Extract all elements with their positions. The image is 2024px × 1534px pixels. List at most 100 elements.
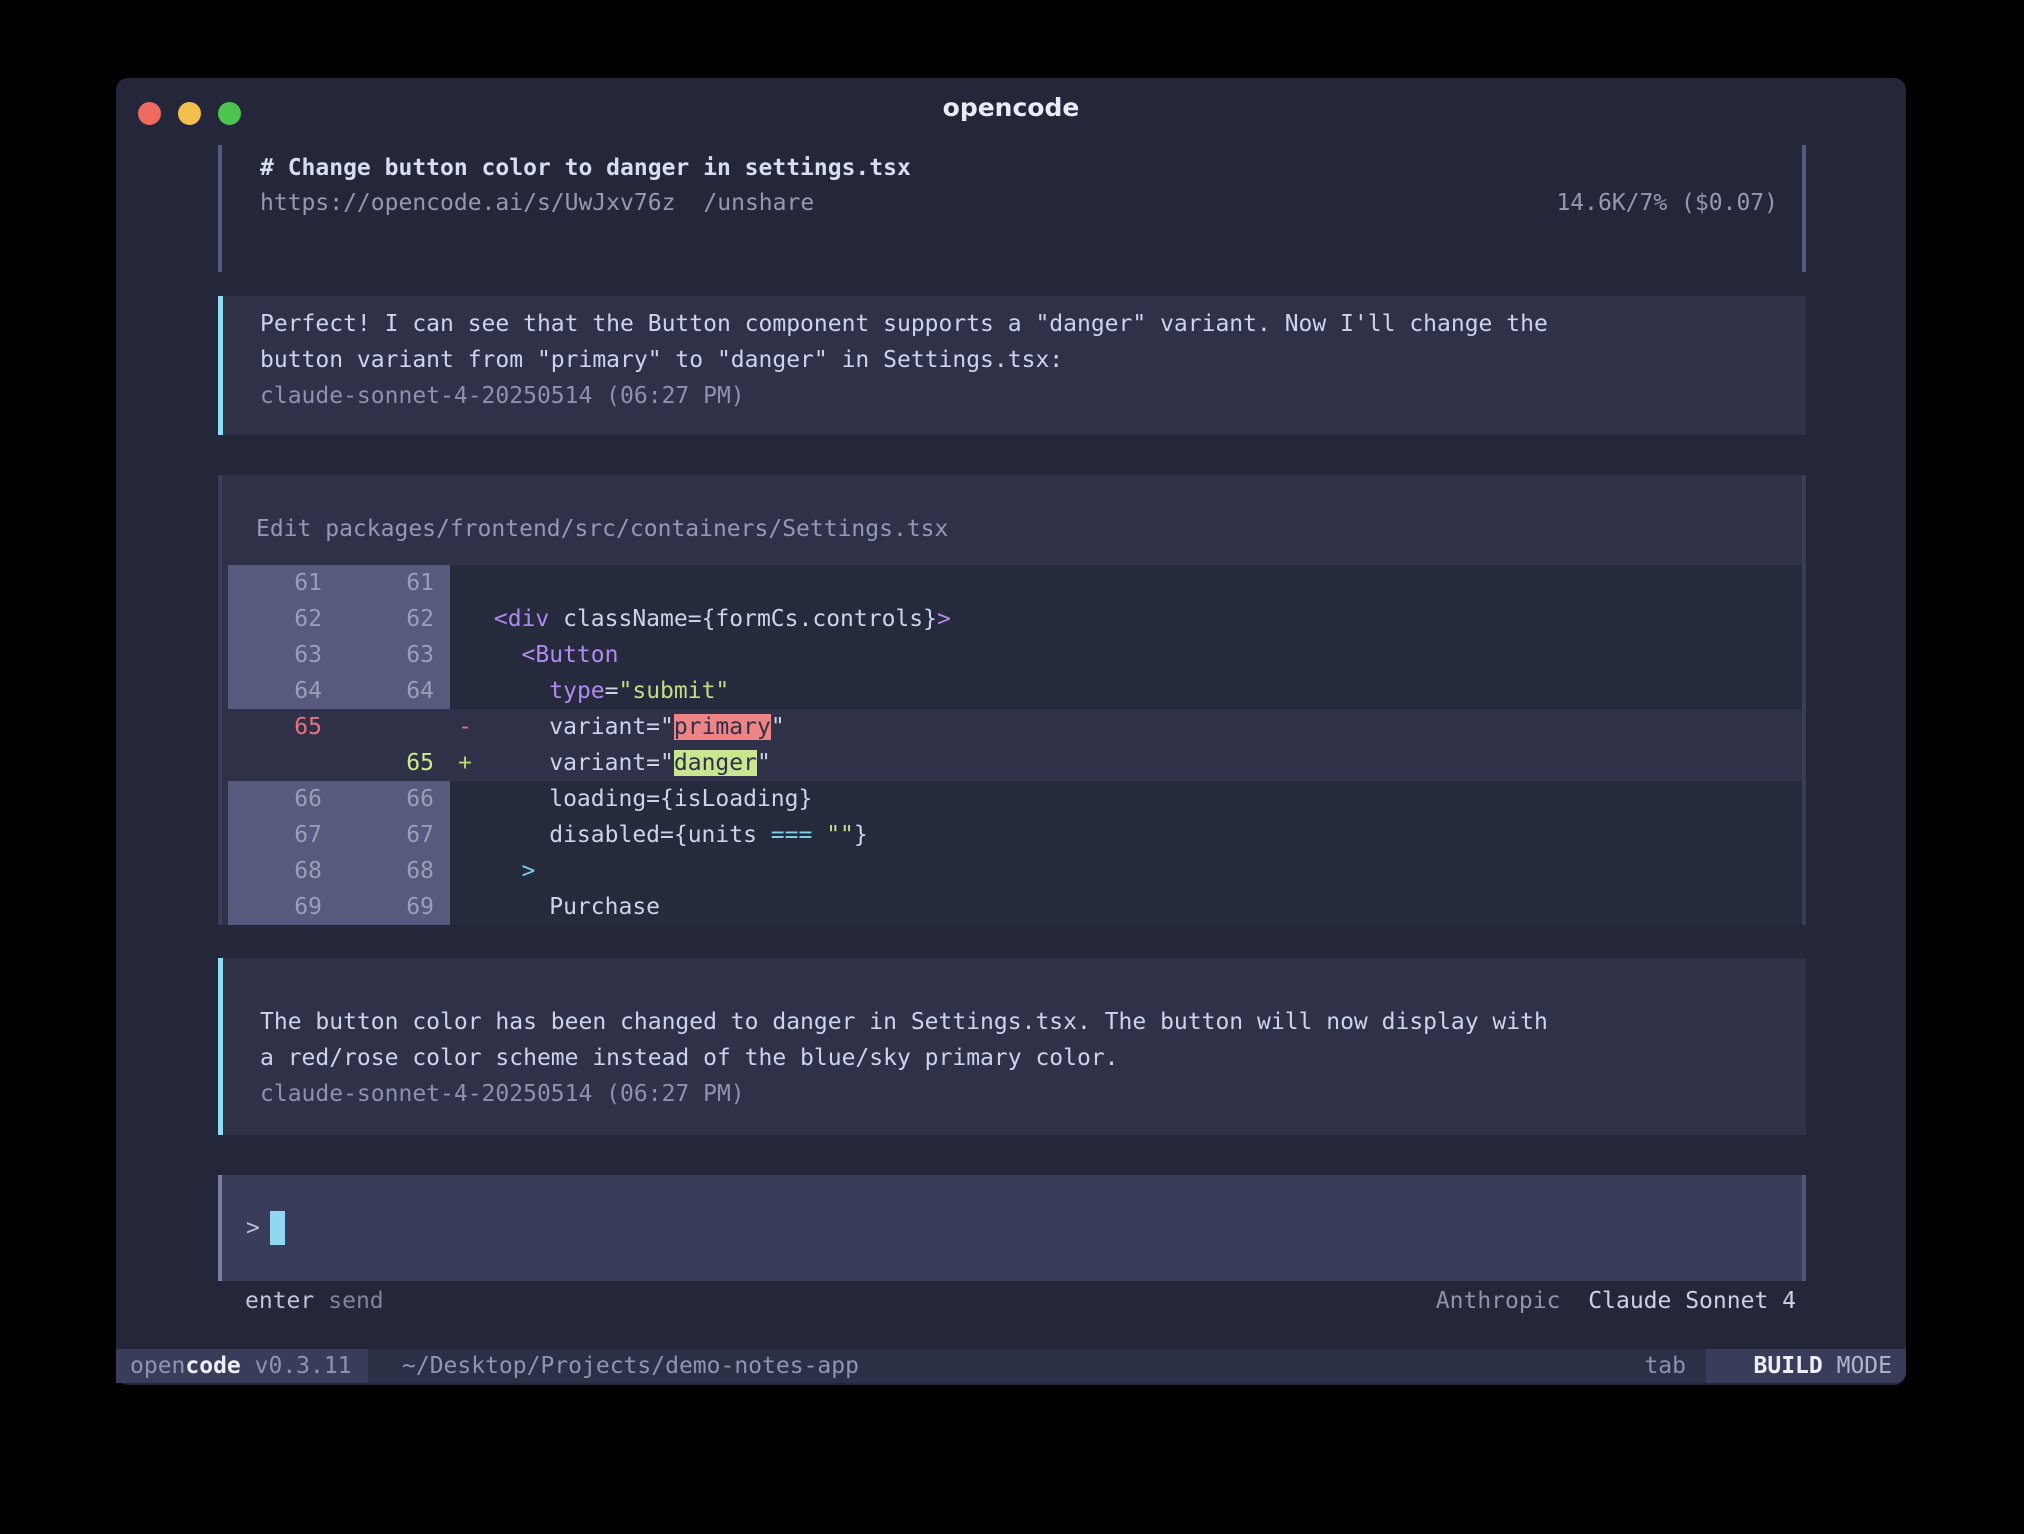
text-cursor <box>270 1211 285 1245</box>
diff-sign <box>450 637 480 673</box>
message-line: Perfect! I can see that the Button compo… <box>260 306 1786 342</box>
code-token: > <box>937 606 951 632</box>
code-line: Purchase <box>480 889 1802 925</box>
zoom-button[interactable] <box>218 102 241 125</box>
assistant-message: The button color has been changed to dan… <box>218 958 1806 1135</box>
app-version: v0.3.11 <box>241 1353 352 1379</box>
diff-row: 6969 Purchase <box>222 889 1802 925</box>
prompt-caret: > <box>246 1215 260 1241</box>
model-name: Claude Sonnet 4 <box>1588 1288 1796 1314</box>
code-line: > <box>480 853 1802 889</box>
code-token: variant=" <box>480 714 674 740</box>
old-line-number: 65 <box>228 709 338 745</box>
new-line-number: 69 <box>338 889 450 925</box>
code-line: <Button <box>480 637 1802 673</box>
new-line-number: 68 <box>338 853 450 889</box>
app-name-code: code <box>185 1353 240 1379</box>
new-line-number: 64 <box>338 673 450 709</box>
code-token <box>812 822 826 848</box>
app-name-open: open <box>130 1353 185 1379</box>
diff-sign: - <box>450 709 480 745</box>
message-line: button variant from "primary" to "danger… <box>260 342 1786 378</box>
diff-sign: + <box>450 745 480 781</box>
code-token: variant=" <box>480 750 674 776</box>
old-line-number: 62 <box>228 601 338 637</box>
code-token: <div <box>494 606 549 632</box>
code-token <box>480 678 549 704</box>
diff-row: 65 - variant="primary" <box>222 709 1802 745</box>
code-line: <div className={formCs.controls}> <box>480 601 1802 637</box>
share-url-link[interactable]: https://opencode.ai/s/UwJxv76z <box>260 185 675 221</box>
tab-key-hint: tab <box>1644 1349 1686 1383</box>
diff-row: 6868 > <box>222 853 1802 889</box>
mode-build: BUILD <box>1754 1353 1823 1379</box>
diff-sign <box>450 673 480 709</box>
old-line-number: 67 <box>228 817 338 853</box>
old-line-number: 68 <box>228 853 338 889</box>
code-token: Purchase <box>480 894 660 920</box>
new-line-number <box>338 709 450 745</box>
code-token: > <box>522 858 536 884</box>
message-line: a red/rose color scheme instead of the b… <box>260 1040 1786 1076</box>
code-token: } <box>854 822 868 848</box>
window-title: opencode <box>116 78 1906 138</box>
code-line: loading={isLoading} <box>480 781 1802 817</box>
diff-row: 65+ variant="danger" <box>222 745 1802 781</box>
code-line: variant="danger" <box>480 745 1802 781</box>
prompt-input[interactable]: > <box>218 1175 1806 1281</box>
token-usage: 14.6K/7% ($0.07) <box>1556 185 1778 221</box>
session-header: # Change button color to danger in setti… <box>218 145 1806 272</box>
diff-row: 6161 <box>222 565 1802 601</box>
code-line: type="submit" <box>480 673 1802 709</box>
diff-row: 6262 <div className={formCs.controls}> <box>222 601 1802 637</box>
code-token: danger <box>674 750 757 776</box>
new-line-number: 66 <box>338 781 450 817</box>
diff-view: 61616262 <div className={formCs.controls… <box>222 565 1802 925</box>
code-token: disabled={units <box>480 822 771 848</box>
new-line-number: 61 <box>338 565 450 601</box>
edit-tool-block: Edit packages/frontend/src/containers/Se… <box>218 475 1806 925</box>
session-title: # Change button color to danger in setti… <box>260 151 1778 185</box>
opencode-window: opencode # Change button color to danger… <box>116 78 1906 1385</box>
old-line-number: 63 <box>228 637 338 673</box>
assistant-message: Perfect! I can see that the Button compo… <box>218 296 1806 435</box>
code-token: loading={isLoading} <box>480 786 812 812</box>
message-model-timestamp: claude-sonnet-4-20250514 (06:27 PM) <box>260 378 1786 414</box>
code-token: <Button <box>522 642 619 668</box>
diff-sign <box>450 853 480 889</box>
code-line: disabled={units === ""} <box>480 817 1802 853</box>
unshare-command[interactable]: /unshare <box>703 185 814 221</box>
titlebar[interactable]: opencode <box>116 78 1906 136</box>
diff-row: 6363 <Button <box>222 637 1802 673</box>
diff-sign <box>450 889 480 925</box>
enter-key-hint: enter <box>245 1286 314 1316</box>
code-line: variant="primary" <box>480 709 1802 745</box>
old-line-number: 66 <box>228 781 338 817</box>
diff-sign <box>450 565 480 601</box>
code-token: " <box>771 714 785 740</box>
traffic-lights <box>138 102 241 125</box>
new-line-number: 62 <box>338 601 450 637</box>
working-directory: ~/Desktop/Projects/demo-notes-app <box>402 1349 859 1383</box>
message-line: The button color has been changed to dan… <box>260 1004 1786 1040</box>
message-text: Perfect! I can see that the Button compo… <box>260 306 1786 378</box>
diff-sign <box>450 781 480 817</box>
old-line-number: 69 <box>228 889 338 925</box>
mode-segment: BUILD MODE <box>1706 1349 1906 1383</box>
code-token: primary <box>674 714 771 740</box>
status-bar: opencode v0.3.11 ~/Desktop/Projects/demo… <box>116 1349 1906 1383</box>
code-line <box>480 565 1802 601</box>
session-meta-row: https://opencode.ai/s/UwJxv76z /unshare … <box>260 185 1778 221</box>
message-text: The button color has been changed to dan… <box>260 1004 1786 1076</box>
code-token <box>480 642 522 668</box>
code-token: className={formCs.controls} <box>549 606 937 632</box>
edit-tool-title: Edit packages/frontend/src/containers/Se… <box>222 475 1802 543</box>
diff-sign <box>450 817 480 853</box>
close-button[interactable] <box>138 102 161 125</box>
code-token: === <box>771 822 813 848</box>
old-line-number: 61 <box>228 565 338 601</box>
minimize-button[interactable] <box>178 102 201 125</box>
code-token: "submit" <box>619 678 730 704</box>
old-line-number <box>228 745 338 781</box>
code-token: " <box>757 750 771 776</box>
